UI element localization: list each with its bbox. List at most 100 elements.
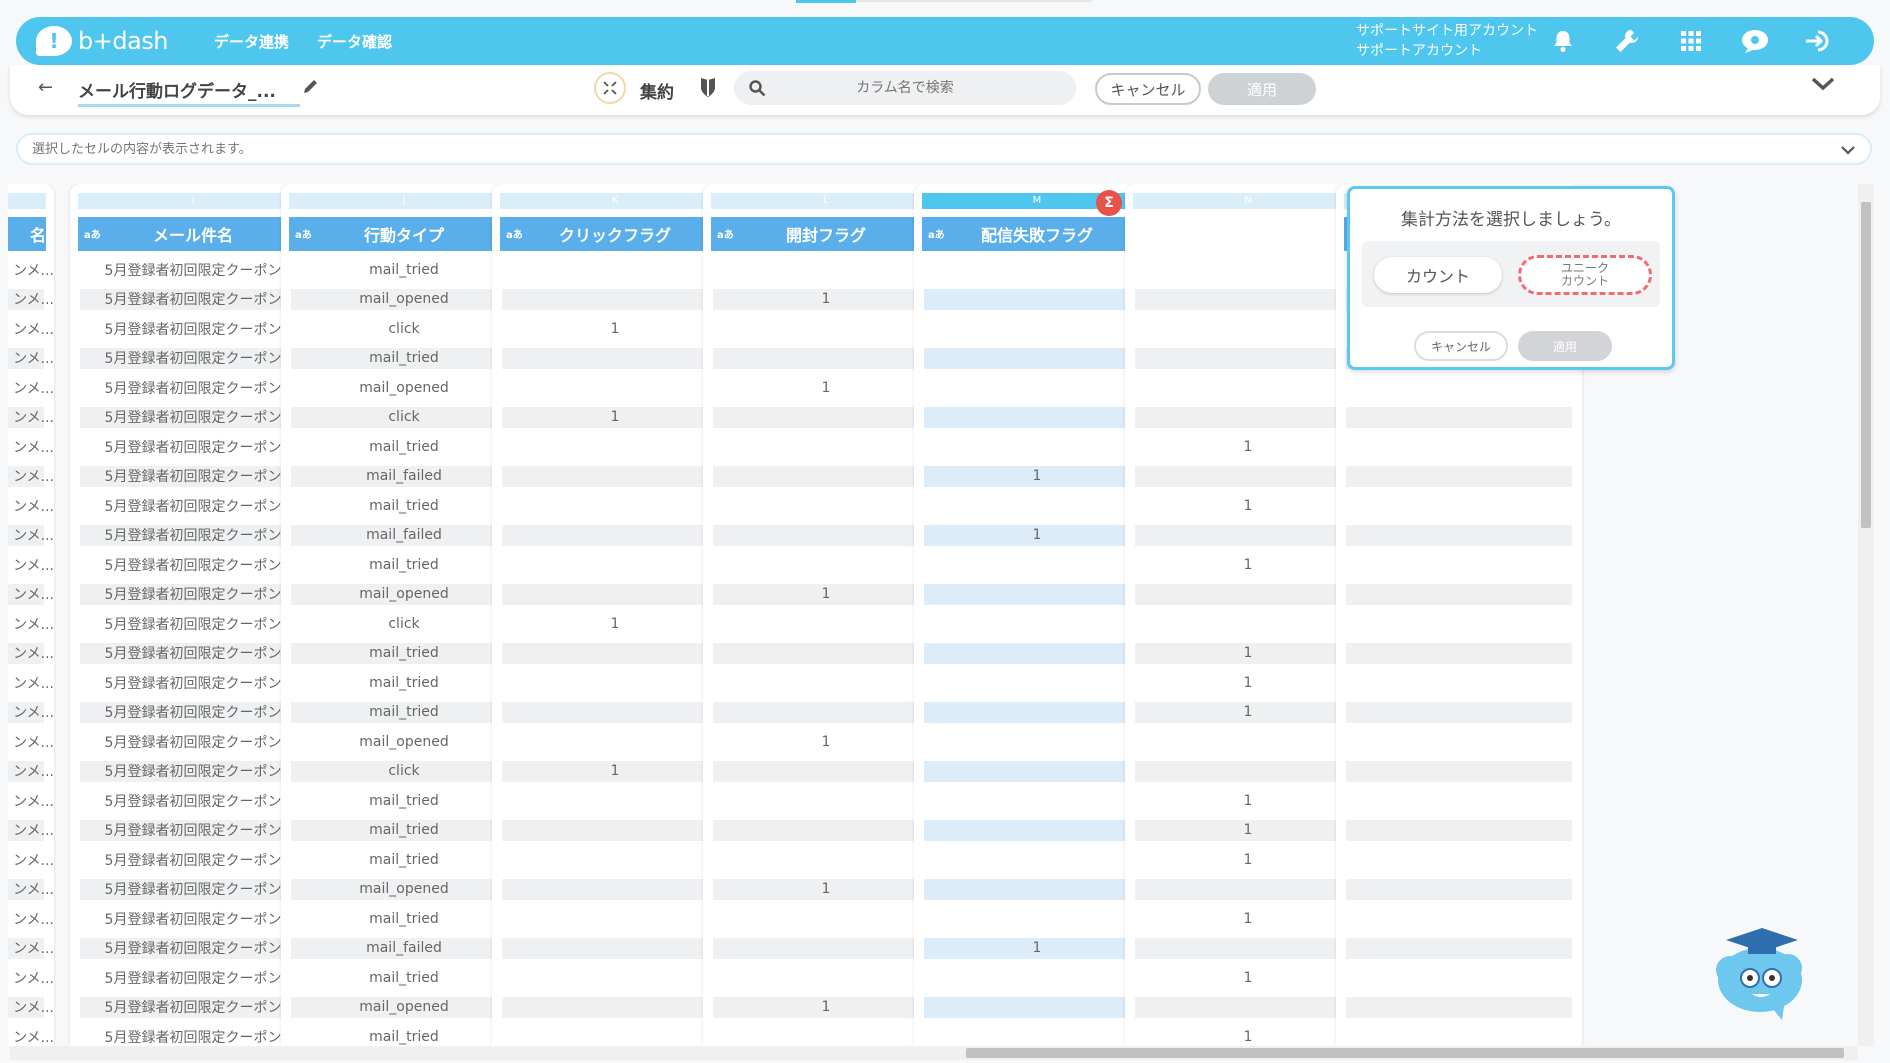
table-cell[interactable] [914,1022,1160,1046]
table-cell[interactable] [1336,403,1582,433]
table-cell[interactable] [492,285,738,315]
count-option-button[interactable]: カウント [1374,257,1502,293]
table-cell[interactable] [914,786,1160,816]
table-cell[interactable] [492,550,738,580]
table-cell[interactable] [914,639,1160,669]
table-cell[interactable] [1125,403,1371,433]
table-cell[interactable]: click [281,314,527,344]
table-cell[interactable] [914,550,1160,580]
table-cell[interactable]: ンメ... [8,580,54,610]
table-cell[interactable] [492,580,738,610]
table-cell[interactable]: 1 [1125,432,1371,462]
table-cell[interactable]: mail_opened [281,993,527,1023]
table-cell[interactable] [1125,314,1371,344]
table-cell[interactable] [492,993,738,1023]
table-cell[interactable]: mail_failed [281,462,527,492]
table-cell[interactable] [703,550,949,580]
table-cell[interactable]: ンメ... [8,432,54,462]
popup-cancel-button[interactable]: キャンセル [1414,331,1508,361]
horizontal-scrollbar-thumb[interactable] [966,1048,1844,1058]
nav-data-check[interactable]: データ確認 [317,31,392,52]
table-cell[interactable] [1336,432,1582,462]
logout-icon[interactable] [1804,26,1834,56]
column-header[interactable]: aあ 開封フラグ [711,217,941,251]
table-cell[interactable] [492,255,738,285]
table-cell[interactable]: 1 [703,373,949,403]
table-cell[interactable] [1336,373,1582,403]
table-cell[interactable]: 5月登録者初回限定クーポン [70,963,316,993]
table-cell[interactable] [1336,491,1582,521]
table-cell[interactable] [914,491,1160,521]
table-cell[interactable]: ンメ... [8,462,54,492]
table-cell[interactable]: ンメ... [8,521,54,551]
table-cell[interactable] [1336,786,1582,816]
table-cell[interactable]: 5月登録者初回限定クーポン [70,432,316,462]
table-cell[interactable] [1336,904,1582,934]
table-cell[interactable] [492,639,738,669]
table-cell[interactable]: 1 [1125,786,1371,816]
table-cell[interactable] [703,403,949,433]
table-cell[interactable]: 1 [703,727,949,757]
table-cell[interactable]: click [281,403,527,433]
table-cell[interactable] [914,403,1160,433]
table-cell[interactable]: click [281,609,527,639]
table-cell[interactable]: 5月登録者初回限定クーポン [70,314,316,344]
table-cell[interactable] [703,845,949,875]
table-cell[interactable] [1125,285,1371,315]
table-cell[interactable]: 1 [1125,668,1371,698]
table-cell[interactable] [914,285,1160,315]
table-cell[interactable] [1125,757,1371,787]
table-cell[interactable]: mail_tried [281,432,527,462]
table-cell[interactable]: 5月登録者初回限定クーポン [70,698,316,728]
table-cell[interactable]: 1 [1125,698,1371,728]
table-cell[interactable]: 5月登録者初回限定クーポン [70,639,316,669]
table-cell[interactable] [492,963,738,993]
table-cell[interactable]: 5月登録者初回限定クーポン [70,285,316,315]
table-cell[interactable] [1125,580,1371,610]
table-cell[interactable]: 5月登録者初回限定クーポン [70,993,316,1023]
table-cell[interactable]: ンメ... [8,491,54,521]
table-cell[interactable]: 1 [1125,816,1371,846]
table-cell[interactable] [914,344,1160,374]
table-cell[interactable]: mail_opened [281,580,527,610]
table-cell[interactable]: mail_failed [281,934,527,964]
table-cell[interactable] [703,344,949,374]
table-cell[interactable] [703,904,949,934]
table-cell[interactable] [492,491,738,521]
table-cell[interactable] [914,373,1160,403]
table-cell[interactable] [703,668,949,698]
table-cell[interactable] [1125,875,1371,905]
table-cell[interactable] [703,1022,949,1046]
table-cell[interactable]: 5月登録者初回限定クーポン [70,845,316,875]
column-search-input[interactable] [734,71,1076,105]
table-cell[interactable] [914,816,1160,846]
horizontal-scrollbar[interactable] [10,1046,1858,1060]
table-cell[interactable]: 1 [492,757,738,787]
table-cell[interactable] [1125,344,1371,374]
table-cell[interactable]: 1 [703,993,949,1023]
table-cell[interactable]: 1 [1125,963,1371,993]
table-cell[interactable]: 1 [1125,904,1371,934]
table-cell[interactable] [1336,845,1582,875]
table-cell[interactable] [492,1022,738,1046]
chevron-down-icon[interactable] [1840,142,1856,161]
table-cell[interactable]: ンメ... [8,314,54,344]
table-cell[interactable]: mail_tried [281,255,527,285]
column-letter[interactable]: N [1133,193,1363,209]
aggregate-icon[interactable] [594,72,626,104]
table-cell[interactable]: 1 [703,875,949,905]
table-cell[interactable] [914,845,1160,875]
table-cell[interactable]: 1 [1125,550,1371,580]
table-cell[interactable]: 1 [492,403,738,433]
table-cell[interactable]: 5月登録者初回限定クーポン [70,1022,316,1046]
table-cell[interactable]: ンメ... [8,993,54,1023]
nav-data-integration[interactable]: データ連携 [214,31,289,52]
pencil-icon[interactable] [302,77,320,99]
table-cell[interactable] [1125,373,1371,403]
table-cell[interactable] [914,757,1160,787]
table-cell[interactable] [492,727,738,757]
table-cell[interactable]: mail_tried [281,491,527,521]
table-cell[interactable] [492,462,738,492]
table-cell[interactable]: ンメ... [8,609,54,639]
table-cell[interactable] [703,786,949,816]
